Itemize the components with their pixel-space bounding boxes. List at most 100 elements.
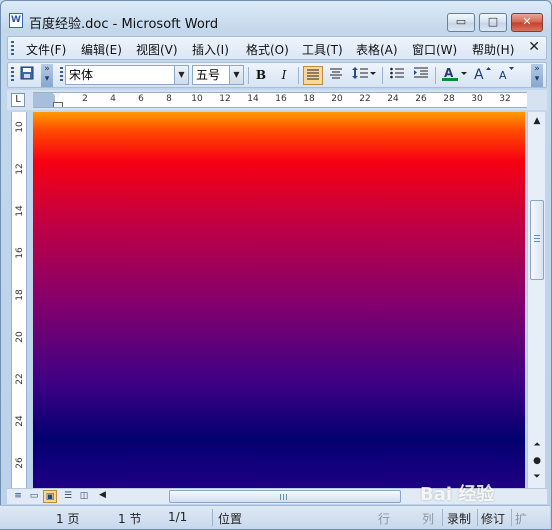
ruler-label: 4	[110, 94, 116, 104]
vertical-ruler[interactable]: 10 12 14 16 18 20 22 24 26	[11, 112, 27, 488]
menu-insert[interactable]: 插入(I)	[190, 40, 231, 59]
svg-text:A: A	[499, 69, 507, 80]
save-icon[interactable]	[17, 66, 37, 85]
status-page: 1 页	[56, 512, 80, 526]
ruler-left-margin	[33, 93, 55, 107]
menu-window[interactable]: 窗口(W)	[410, 40, 459, 59]
align-left-icon[interactable]	[303, 66, 323, 85]
toolbar-grip[interactable]	[11, 67, 14, 82]
normal-view-icon[interactable]: ≡	[11, 490, 25, 503]
menu-format[interactable]: 格式(O)	[244, 40, 291, 59]
baidu-watermark: Bai 经验	[420, 484, 495, 505]
window-title: 百度经验.doc - Microsoft Word	[29, 17, 219, 32]
status-page-of: 1/1	[168, 510, 188, 524]
minimize-button[interactable]: ▭	[447, 13, 475, 32]
scroll-left-arrow-icon[interactable]: ◀	[99, 490, 106, 500]
next-page-icon[interactable]: ⏷	[530, 470, 544, 484]
ruler-label: 22	[359, 94, 371, 104]
ruler-label: 18	[303, 94, 315, 104]
line-spacing-icon[interactable]	[350, 66, 378, 85]
status-record[interactable]: 录制	[447, 510, 471, 527]
ruler-label: 6	[138, 94, 144, 104]
ruler-label: 12	[219, 94, 231, 104]
font-name-value: 宋体	[69, 68, 94, 82]
ruler-label: 28	[443, 94, 455, 104]
chevron-down-icon[interactable]: ▼	[229, 66, 243, 84]
word-window: W 百度经验.doc - Microsoft Word ▭ □ ✕ 文件(F) …	[0, 0, 552, 530]
close-button[interactable]: ✕	[511, 13, 543, 32]
menu-tools[interactable]: 工具(T)	[300, 40, 345, 59]
font-size-select[interactable]: 五号 ▼	[192, 65, 244, 85]
document-page[interactable]	[33, 112, 525, 488]
ruler-label: 24	[15, 415, 25, 427]
horizontal-ruler[interactable]: 2 4 6 8 10 12 14 16 18 20 22 24 26 28 30…	[33, 92, 527, 108]
toolbar-grip[interactable]	[60, 67, 63, 82]
ruler-label: 18	[15, 289, 25, 301]
chevron-down-icon[interactable]: ▼	[174, 66, 188, 84]
close-document-button[interactable]: ✕	[528, 39, 540, 55]
status-divider	[477, 509, 478, 526]
status-line: 行	[378, 512, 391, 526]
maximize-button[interactable]: □	[479, 13, 507, 32]
ruler-label: 16	[15, 247, 25, 259]
title-bar[interactable]: W 百度经验.doc - Microsoft Word ▭ □ ✕	[1, 1, 551, 35]
italic-button[interactable]: I	[274, 66, 294, 85]
menu-view[interactable]: 视图(V)	[134, 40, 180, 59]
bold-button[interactable]: B	[251, 66, 271, 85]
indent-icon[interactable]	[411, 66, 431, 85]
ruler-label: 26	[415, 94, 427, 104]
scroll-thumb-grip	[534, 235, 540, 243]
menu-edit[interactable]: 编辑(E)	[79, 40, 124, 59]
ruler-label: 14	[247, 94, 259, 104]
status-section: 1 节	[118, 512, 142, 526]
svg-text:A: A	[474, 67, 484, 80]
status-extend[interactable]: 扩	[515, 510, 527, 527]
status-bar: 1 页 1 节 1/1 位置 行 列 录制 修订 扩	[0, 505, 550, 529]
status-column: 列	[422, 512, 435, 526]
previous-page-icon[interactable]: ⏶	[530, 438, 544, 452]
toolbar-separator	[298, 67, 299, 84]
font-color-icon[interactable]: A	[440, 66, 470, 85]
ruler-label: 16	[275, 94, 287, 104]
ruler-label: 14	[15, 205, 25, 217]
menu-table[interactable]: 表格(A)	[354, 40, 400, 59]
menu-file[interactable]: 文件(F)	[24, 40, 68, 59]
bullet-list-icon[interactable]	[387, 66, 407, 85]
vertical-scrollbar[interactable]: ▲ ⏶ ● ⏷	[527, 112, 545, 488]
scroll-up-arrow-icon[interactable]: ▲	[530, 114, 544, 128]
horizontal-ruler-row: L 2 4 6 8 10 12 14 16 18 20 22 24 26 28 …	[7, 90, 547, 110]
shrink-font-icon[interactable]: A	[497, 66, 517, 85]
toolbar-overflow-chevron[interactable]: » ▾	[531, 64, 543, 87]
reading-view-icon[interactable]: ◫	[77, 490, 91, 503]
select-browse-object-icon[interactable]: ●	[530, 454, 544, 468]
align-justify-icon[interactable]	[326, 66, 346, 85]
ruler-label: 10	[15, 121, 25, 133]
toolbar-overflow-chevron[interactable]: » ▾	[41, 64, 53, 87]
word-app-icon[interactable]: W	[9, 13, 23, 28]
web-view-icon[interactable]: ▭	[27, 490, 41, 503]
status-position: 位置	[218, 512, 243, 526]
menu-bar: 文件(F) 编辑(E) 视图(V) 插入(I) 格式(O) 工具(T) 表格(A…	[7, 36, 547, 60]
menu-help[interactable]: 帮助(H)	[470, 40, 516, 59]
horizontal-scroll-thumb[interactable]	[169, 490, 401, 503]
vertical-scroll-thumb[interactable]	[530, 200, 544, 280]
font-size-value: 五号	[196, 68, 221, 82]
ruler-label: 2	[82, 94, 88, 104]
formatting-toolbar: » ▾ 宋体 ▼ 五号 ▼ B I A A A » ▾	[7, 62, 547, 88]
ruler-label: 26	[15, 457, 25, 469]
outline-view-icon[interactable]: ☰	[61, 490, 75, 503]
indent-marker[interactable]	[53, 93, 63, 107]
status-divider	[442, 509, 443, 526]
grow-font-icon[interactable]: A	[473, 66, 493, 85]
tab-selector-button[interactable]: L	[11, 93, 25, 107]
print-layout-view-icon[interactable]: ▣	[43, 490, 57, 503]
scroll-thumb-grip	[280, 494, 288, 500]
status-revise[interactable]: 修订	[481, 510, 505, 527]
font-name-select[interactable]: 宋体 ▼	[65, 65, 189, 85]
ruler-label: 22	[15, 373, 25, 385]
ruler-label: 20	[331, 94, 343, 104]
toolbar-grip[interactable]	[11, 41, 14, 56]
status-divider	[511, 509, 512, 526]
toolbar-separator	[435, 67, 436, 84]
status-divider	[212, 509, 213, 526]
